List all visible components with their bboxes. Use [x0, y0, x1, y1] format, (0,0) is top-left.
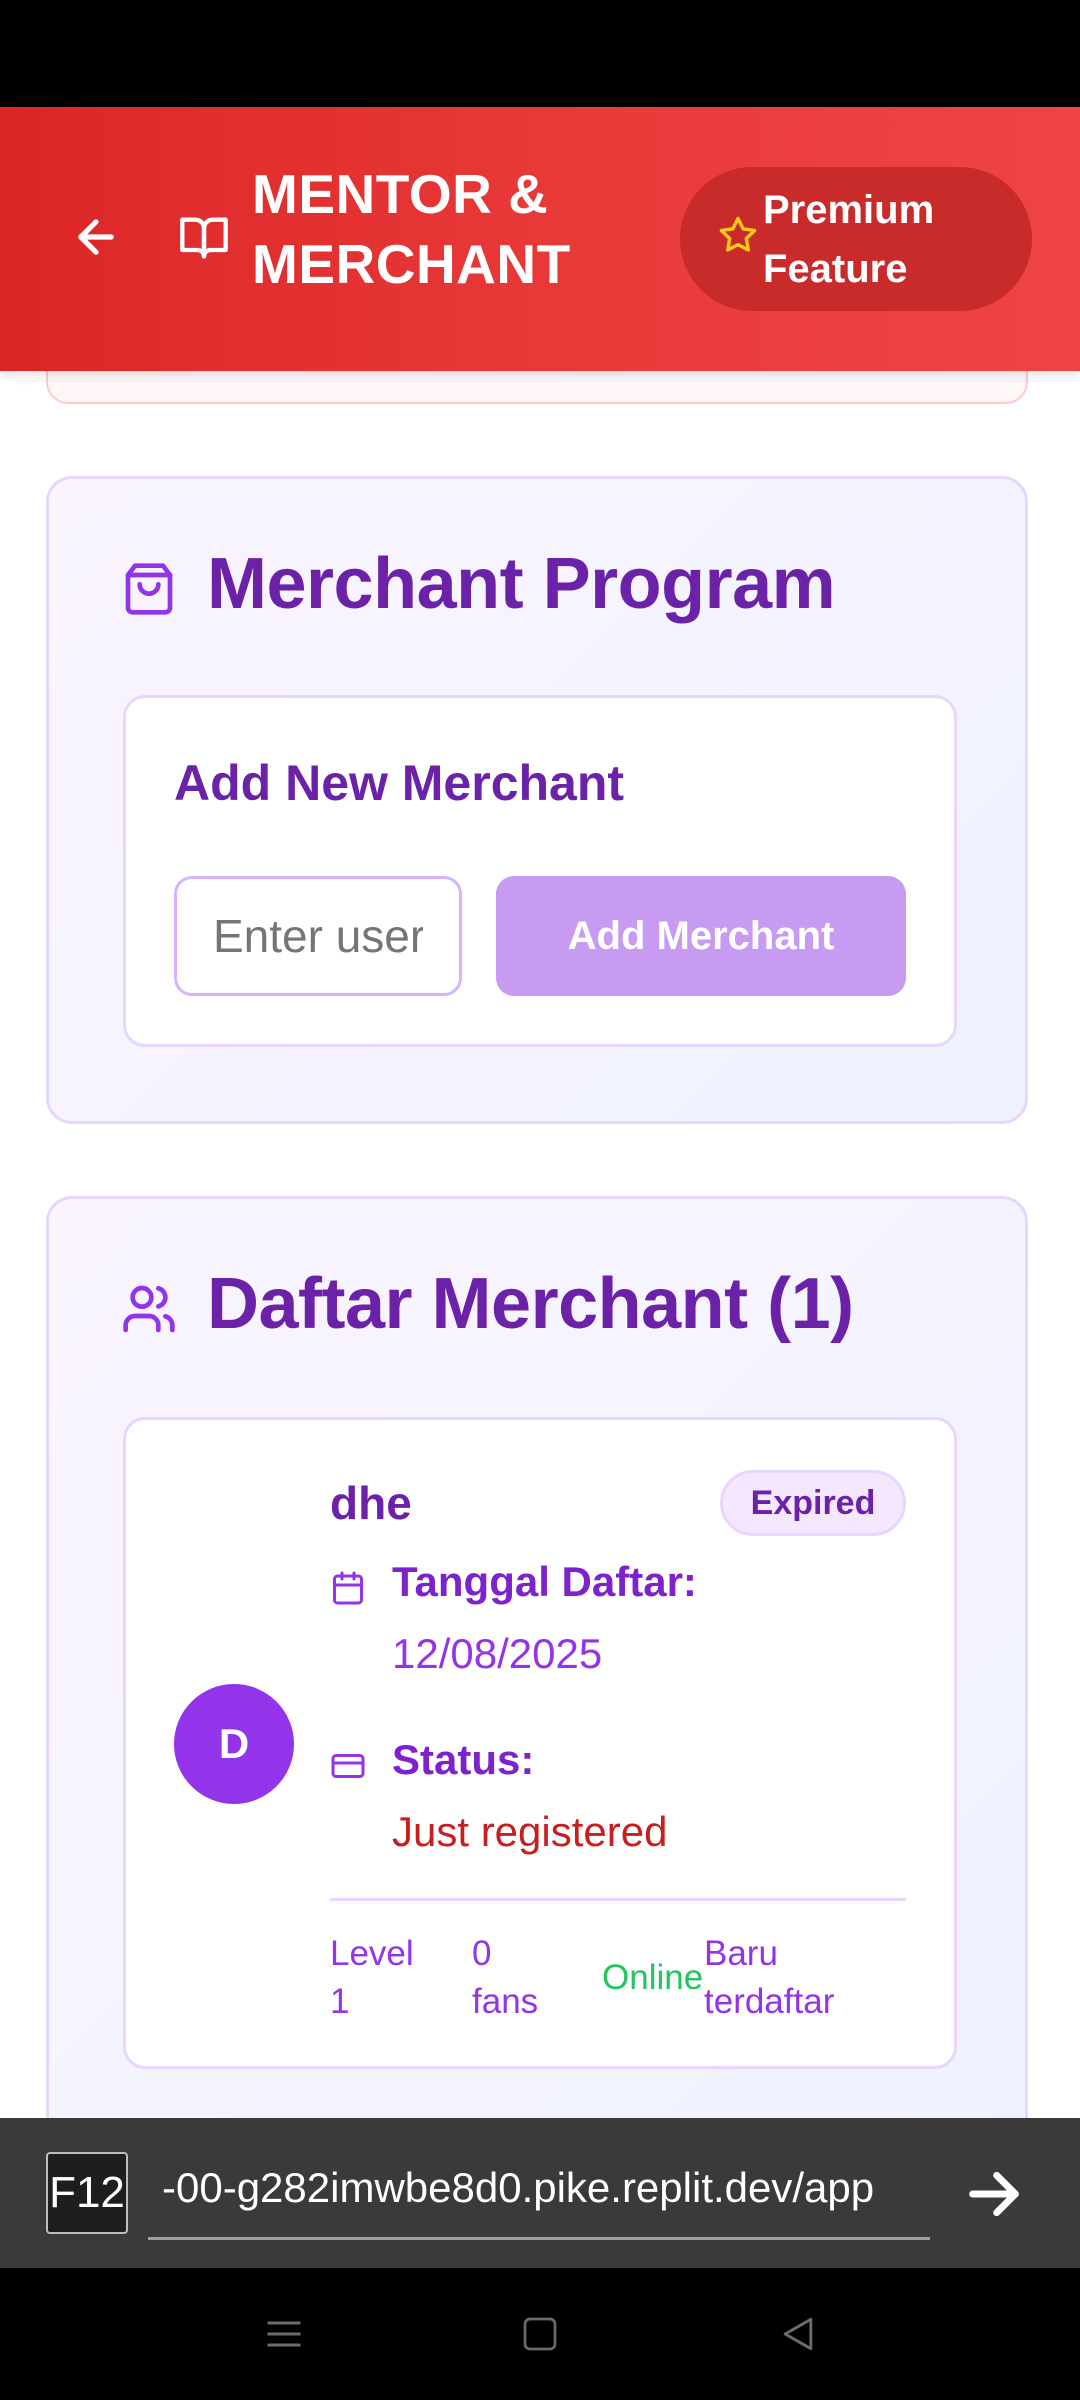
divider [330, 1898, 906, 1901]
back-arrow-icon[interactable] [70, 211, 122, 263]
status-bar [0, 0, 1080, 107]
menu-icon[interactable] [262, 2312, 306, 2356]
status-value: Just registered [392, 1808, 668, 1855]
premium-label-line1: Premium [763, 188, 935, 232]
merchant-list-item[interactable]: D dhe Expired Tanggal Daftar: 12/08/2025… [123, 1417, 957, 2069]
f12-button[interactable]: F12 [46, 2152, 128, 2234]
browser-url-bar: F12 -00-g282imwbe8d0.pike.replit.dev/app [0, 2118, 1080, 2268]
shopping-bag-icon [125, 563, 173, 615]
system-nav-bar [0, 2268, 1080, 2400]
premium-label-line2: Feature [763, 247, 908, 291]
stat-fans: 0 fans [472, 1930, 538, 2026]
stat-level: Level 1 [330, 1930, 414, 2026]
star-icon [719, 216, 757, 252]
credit-card-icon [331, 1754, 365, 1778]
back-triangle-icon[interactable] [776, 2312, 820, 2356]
status-badge: Expired [720, 1470, 906, 1536]
date-value: 12/08/2025 [392, 1630, 603, 1677]
section-title-merchant-list: Daftar Merchant (1) [207, 1264, 854, 1344]
stat-new: Baru terdaftar [704, 1930, 834, 2026]
calendar-icon [333, 1571, 363, 1605]
home-square-icon[interactable] [520, 2312, 560, 2356]
stat-online: Online [602, 1958, 704, 1997]
users-icon [123, 1285, 175, 1333]
merchant-program-section: Merchant Program Add New Merchant Add Me… [46, 476, 1028, 1124]
page-title: MENTOR & MERCHANT [252, 159, 652, 299]
url-text: -00-g282imwbe8d0.pike.replit.dev/app [162, 2164, 875, 2211]
add-merchant-title: Add New Merchant [174, 755, 625, 811]
book-open-icon [180, 217, 228, 259]
url-input[interactable]: -00-g282imwbe8d0.pike.replit.dev/app [148, 2146, 930, 2240]
section-title-merchant-program: Merchant Program [207, 544, 836, 624]
status-label: Status: [392, 1736, 535, 1783]
merchant-list-section: Daftar Merchant (1) D dhe Expired Tangga… [46, 1196, 1028, 2196]
stat-fans-line1: 0 [472, 1934, 492, 1973]
app-header: MENTOR & MERCHANT Premium Feature [0, 107, 1080, 371]
stat-new-line2: terdaftar [704, 1982, 835, 2021]
add-merchant-button[interactable]: Add Merchant [496, 876, 906, 996]
avatar: D [174, 1684, 294, 1804]
stat-level-line2: 1 [330, 1982, 350, 2021]
go-arrow-icon[interactable] [962, 2162, 1026, 2226]
stat-new-line1: Baru [704, 1934, 778, 1973]
stat-level-line1: Level [330, 1934, 414, 1973]
premium-feature-badge: Premium Feature [680, 167, 1032, 311]
stat-fans-line2: fans [472, 1982, 539, 2021]
username-input[interactable] [174, 876, 462, 996]
merchant-name: dhe [330, 1477, 412, 1529]
date-label: Tanggal Daftar: [392, 1558, 697, 1605]
add-merchant-card: Add New Merchant Add Merchant [123, 695, 957, 1047]
page-title-line2: MERCHANT [252, 233, 571, 295]
page-title-line1: MENTOR & [252, 163, 549, 225]
